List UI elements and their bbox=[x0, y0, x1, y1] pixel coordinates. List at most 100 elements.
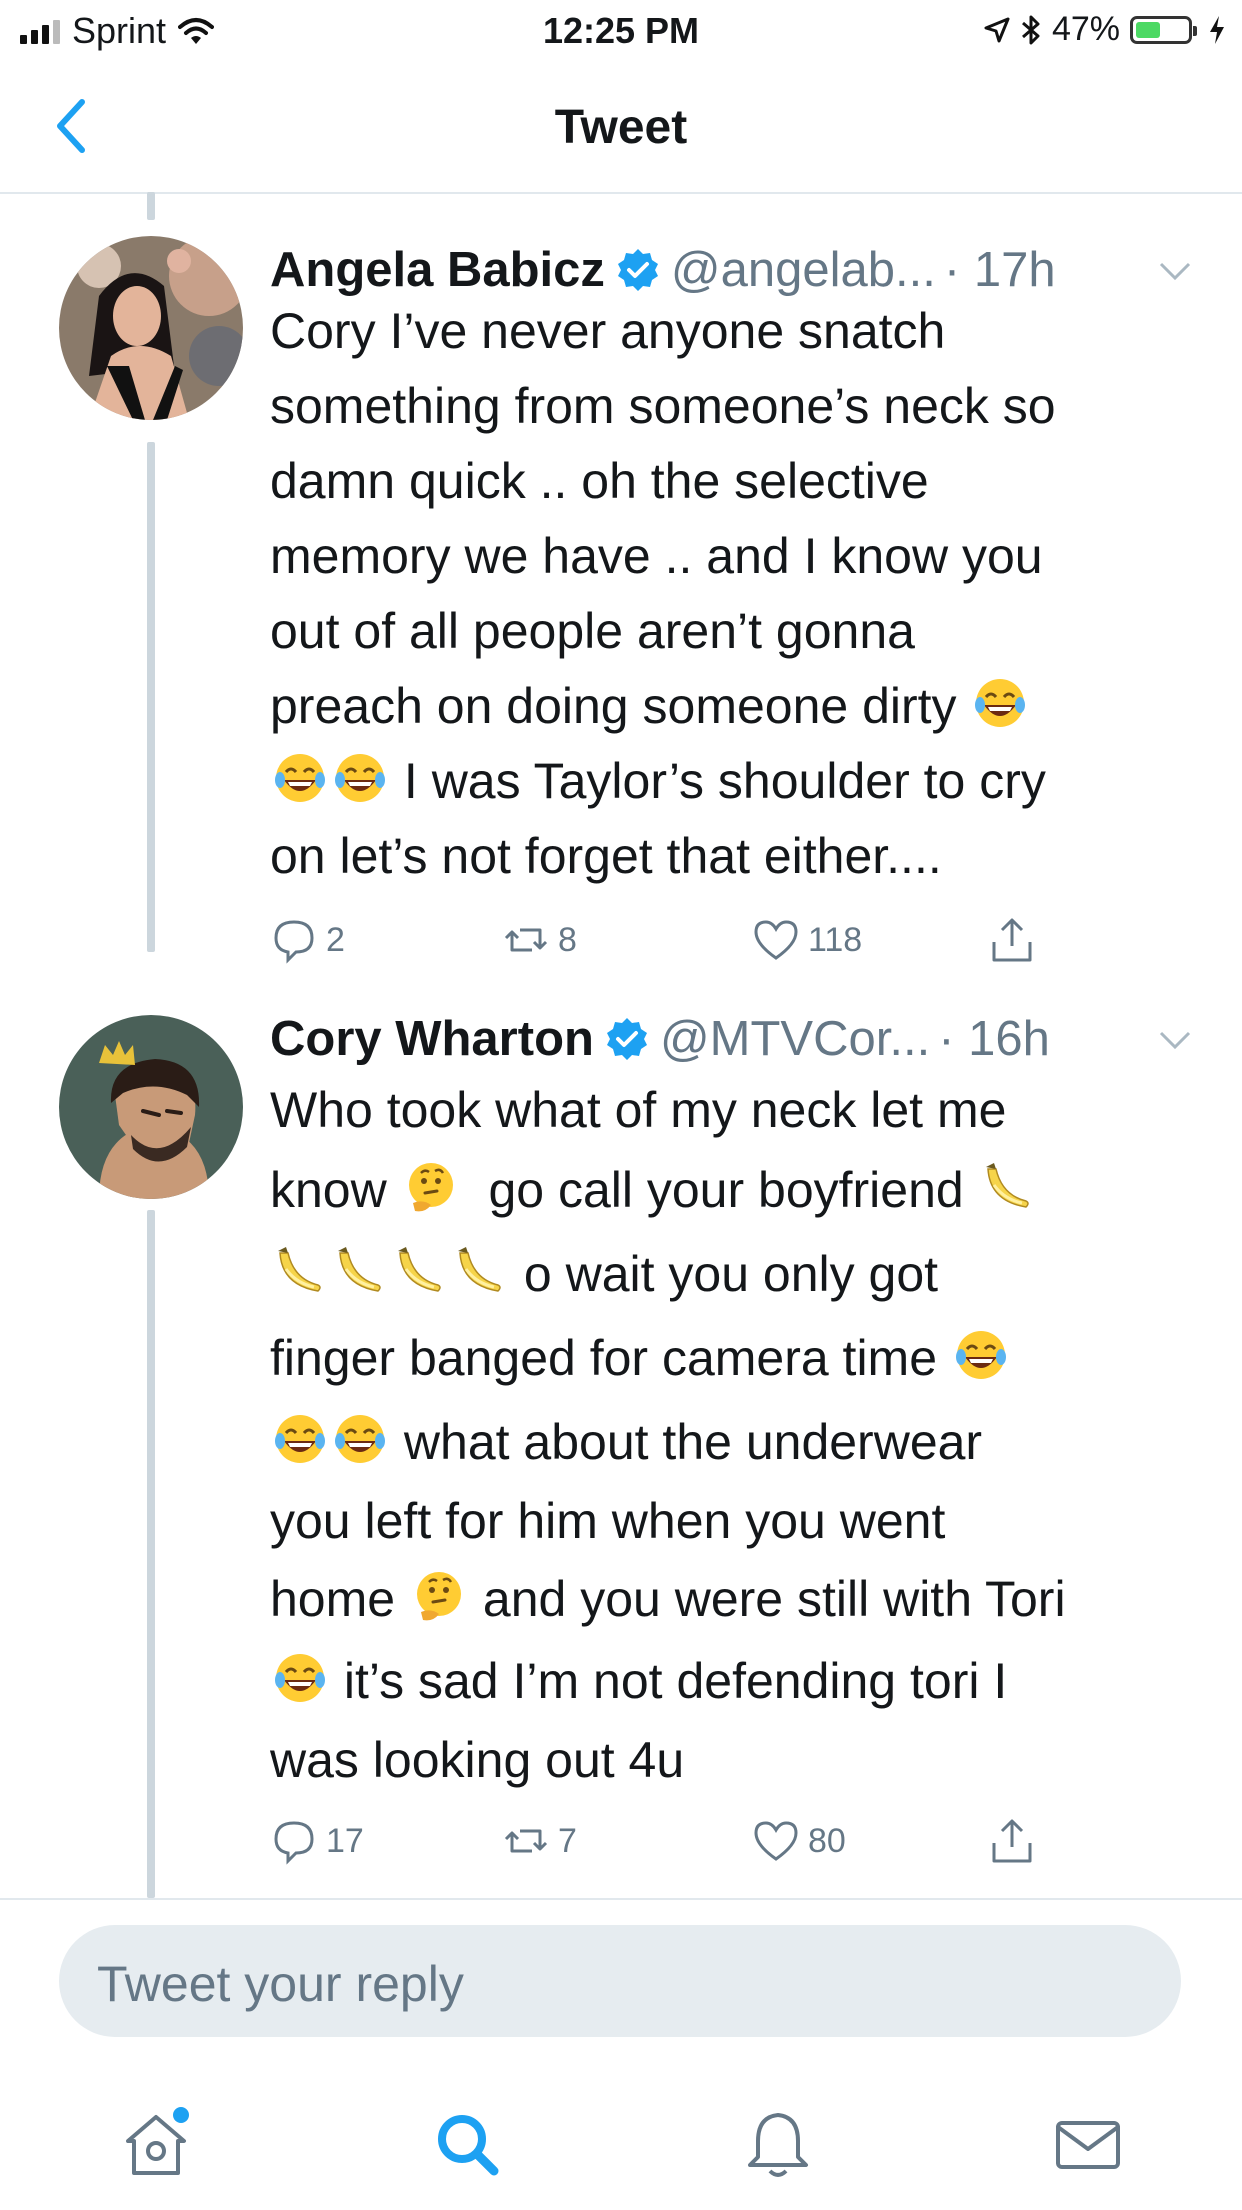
tweet-text: Who took what of my neck let me know go … bbox=[270, 1073, 1190, 1798]
reply-count: 2 bbox=[326, 920, 345, 959]
laughing-emoji-icon bbox=[335, 754, 385, 802]
like-button[interactable]: 118 bbox=[752, 916, 862, 964]
thinking-emoji-icon bbox=[416, 1572, 461, 1621]
tweet-line: home and you were still with Tori bbox=[270, 1559, 1190, 1639]
reply-count: 17 bbox=[326, 1821, 364, 1860]
retweet-count: 7 bbox=[558, 1821, 577, 1860]
tweet-header: Cory Wharton @MTVCor... · 16h bbox=[270, 1011, 1242, 1067]
tab-bar bbox=[0, 2090, 1242, 2200]
tweet-line: damn quick .. oh the selective bbox=[270, 453, 929, 509]
tweet-line: Who took what of my neck let me bbox=[270, 1082, 1007, 1138]
author-handle[interactable]: @angelab... bbox=[671, 242, 936, 298]
retweet-button[interactable]: 8 bbox=[502, 916, 577, 964]
tweet-line: preach on doing someone dirty bbox=[270, 669, 1190, 744]
tweet-time: · 17h bbox=[943, 243, 1056, 297]
tweet-line-text: it’s sad I’m not defending tori I bbox=[343, 1653, 1008, 1709]
tweet-line: memory we have .. and I know you bbox=[270, 528, 1043, 584]
like-count: 80 bbox=[808, 1821, 846, 1860]
tweet-actions: 17 7 80 bbox=[270, 1817, 1032, 1867]
tweet-time: · 16h bbox=[938, 1012, 1050, 1066]
battery-icon bbox=[1130, 15, 1197, 44]
banana-emoji-icon bbox=[278, 1247, 321, 1292]
banana-emoji-icon bbox=[985, 1163, 1029, 1208]
tweet-line: on let’s not forget that either.... bbox=[270, 828, 942, 884]
status-right: 47% bbox=[984, 10, 1226, 49]
thinking-emoji-icon bbox=[408, 1163, 453, 1212]
notifications-bell-icon[interactable] bbox=[738, 2105, 818, 2185]
thread-connector bbox=[147, 192, 155, 220]
chevron-down-icon[interactable] bbox=[1158, 260, 1192, 282]
tweet-line-text: finger banged for camera time bbox=[270, 1330, 938, 1386]
chevron-down-icon[interactable] bbox=[1158, 1029, 1192, 1051]
verified-badge-icon bbox=[606, 1018, 647, 1060]
tweet-actions: 2 8 118 bbox=[270, 916, 1032, 966]
author-name[interactable]: Cory Wharton bbox=[270, 1011, 594, 1067]
page-title: Tweet bbox=[554, 101, 688, 154]
reply-button[interactable]: 2 bbox=[270, 916, 345, 964]
retweet-count: 8 bbox=[558, 920, 577, 959]
tweet-line-text: o wait you only got bbox=[523, 1246, 939, 1302]
tweet[interactable]: Angela Babicz @angelab... · 17h Cory I’v… bbox=[0, 236, 1242, 976]
reply-placeholder: Tweet your reply bbox=[97, 1956, 464, 2012]
like-button[interactable]: 80 bbox=[752, 1817, 846, 1865]
navigation-bar: Tweet bbox=[0, 62, 1242, 194]
heart-icon bbox=[754, 920, 798, 960]
banana-emoji-icon bbox=[398, 1247, 441, 1292]
location-arrow-icon bbox=[984, 17, 1010, 42]
laughing-emoji-icon bbox=[955, 1331, 1006, 1379]
tweet-line-text: home bbox=[270, 1571, 396, 1627]
messages-envelope-icon[interactable] bbox=[1048, 2105, 1128, 2185]
avatar[interactable] bbox=[59, 1015, 243, 1199]
author-name[interactable]: Angela Babicz bbox=[270, 242, 605, 298]
tweet-line-text: and you were still with Tori bbox=[482, 1571, 1066, 1627]
share-button[interactable] bbox=[988, 916, 1036, 964]
search-icon[interactable] bbox=[428, 2105, 508, 2185]
tweet-line: you left for him when you went bbox=[270, 1493, 946, 1549]
banana-emoji-icon bbox=[338, 1247, 381, 1292]
tweet-line: it’s sad I’m not defending tori I bbox=[270, 1639, 1190, 1723]
status-bar: Sprint 12:25 PM 47% bbox=[0, 0, 1242, 62]
author-handle[interactable]: @MTVCor... bbox=[660, 1011, 930, 1067]
tweet-line-text: go call your boyfriend bbox=[488, 1162, 964, 1218]
retweet-icon bbox=[504, 928, 548, 952]
charging-bolt-icon bbox=[1210, 15, 1224, 44]
tweet-line: Cory I’ve never anyone snatch bbox=[270, 303, 946, 359]
tweet-line: finger banged for camera time bbox=[270, 1316, 1190, 1400]
reply-input[interactable]: Tweet your reply bbox=[59, 1925, 1181, 2037]
battery-percent: 47% bbox=[1051, 10, 1120, 48]
laughing-emoji-icon bbox=[975, 679, 1026, 727]
tweet-line-text: preach on doing someone dirty bbox=[270, 678, 957, 734]
heart-icon bbox=[754, 1821, 798, 1861]
tweet-line-text: what about the underwear bbox=[403, 1414, 983, 1470]
laughing-emoji-icon bbox=[335, 1415, 385, 1463]
like-count: 118 bbox=[808, 920, 863, 959]
tweet-line: know go call your boyfriend bbox=[270, 1148, 1190, 1232]
reply-button[interactable]: 17 bbox=[270, 1817, 364, 1865]
share-button[interactable] bbox=[988, 1817, 1036, 1865]
bluetooth-icon bbox=[1021, 15, 1040, 44]
avatar[interactable] bbox=[59, 236, 243, 420]
laughing-emoji-icon bbox=[275, 754, 325, 802]
tweet-line: what about the underwear bbox=[270, 1400, 1190, 1484]
tweet-line: I was Taylor’s shoulder to cry bbox=[270, 744, 1190, 819]
share-icon bbox=[992, 1819, 1032, 1863]
share-icon bbox=[992, 918, 1032, 962]
laughing-emoji-icon bbox=[275, 1654, 325, 1702]
reply-icon bbox=[274, 920, 314, 964]
tweet-line-text: I was Taylor’s shoulder to cry bbox=[403, 753, 1046, 809]
banana-emoji-icon bbox=[458, 1247, 501, 1292]
tweet-line: something from someone’s neck so bbox=[270, 378, 1056, 434]
reply-icon bbox=[274, 1821, 314, 1865]
verified-badge-icon bbox=[617, 249, 658, 291]
home-icon[interactable] bbox=[116, 2105, 196, 2185]
tweet-header: Angela Babicz @angelab... · 17h bbox=[270, 242, 1242, 298]
laughing-emoji-icon bbox=[275, 1415, 325, 1463]
retweet-button[interactable]: 7 bbox=[502, 1817, 577, 1865]
reply-bar: Tweet your reply bbox=[0, 1898, 1242, 2210]
tweet[interactable]: Cory Wharton @MTVCor... · 16h Who took w… bbox=[0, 1005, 1242, 1885]
tweet-line: o wait you only got bbox=[270, 1232, 1190, 1316]
tweet-line-text: know bbox=[270, 1162, 387, 1218]
tweet-line: out of all people aren’t gonna bbox=[270, 603, 915, 659]
retweet-icon bbox=[504, 1829, 548, 1853]
tweet-line: was looking out 4u bbox=[270, 1732, 685, 1788]
